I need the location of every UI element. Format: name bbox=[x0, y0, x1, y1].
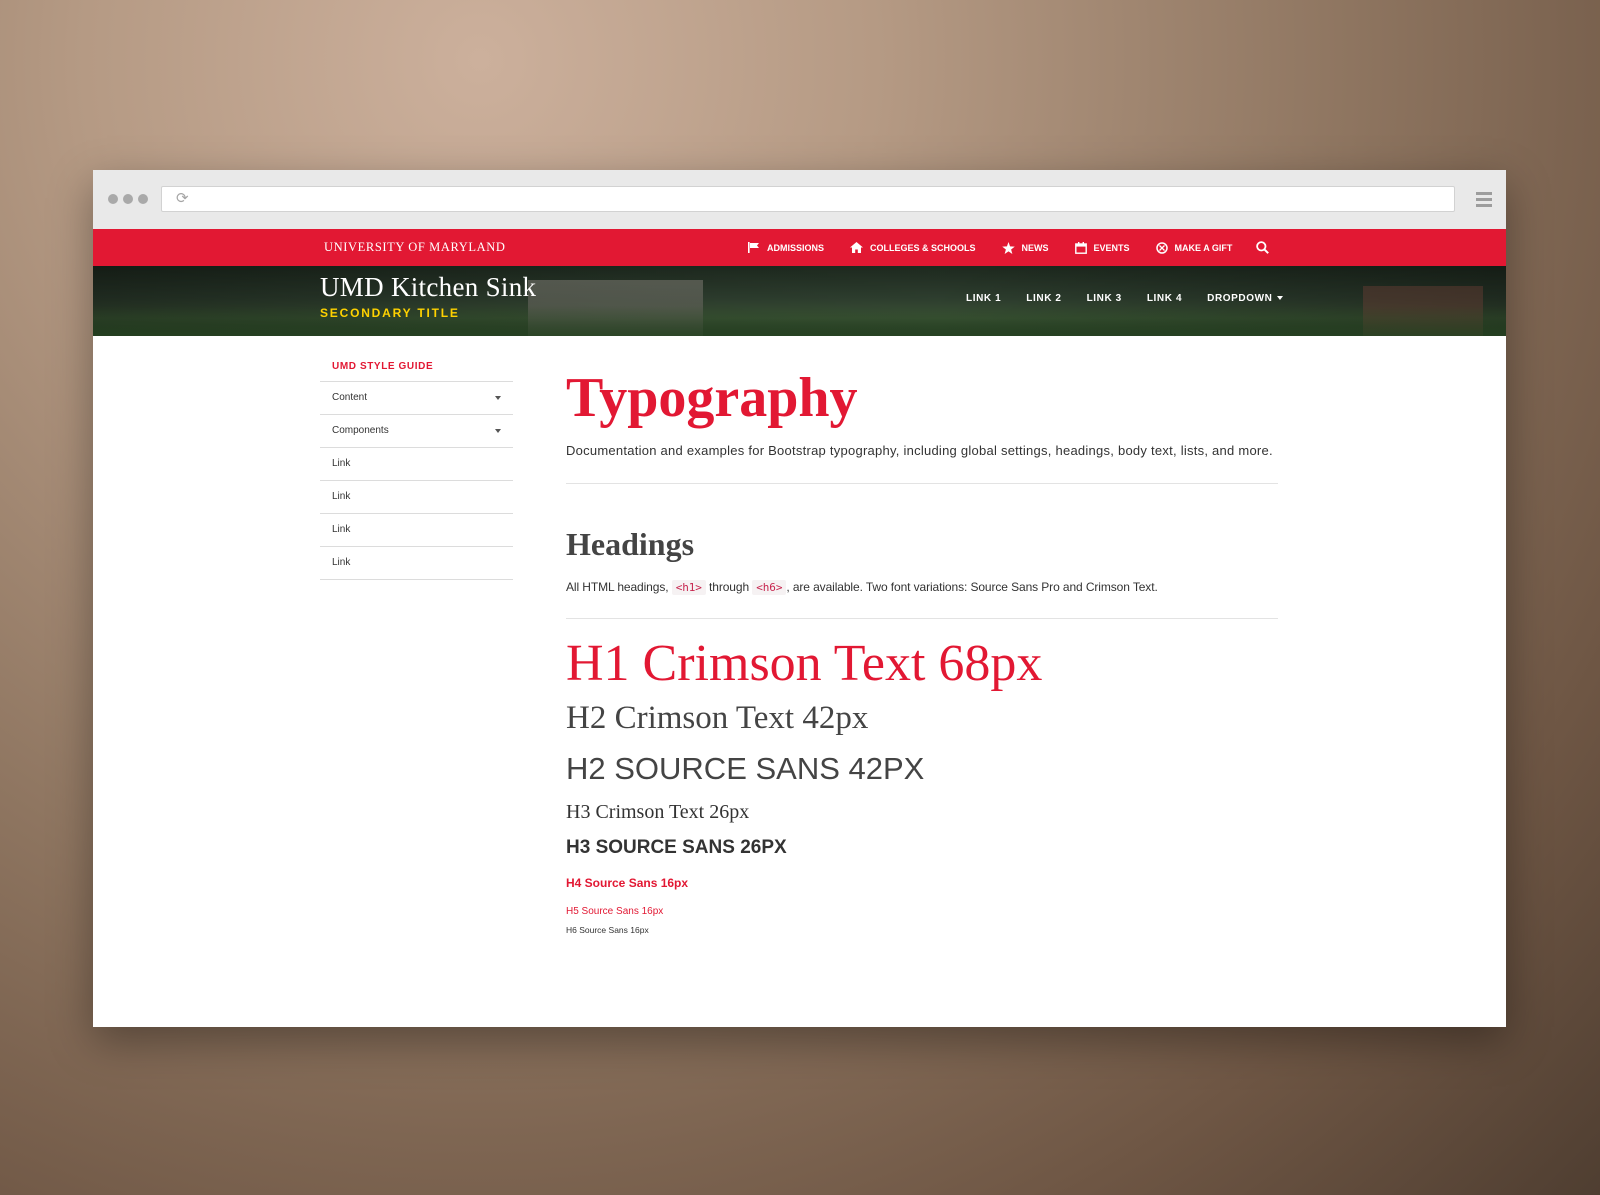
browser-chrome: ⟳ bbox=[93, 170, 1506, 229]
caret-down-icon bbox=[1277, 296, 1284, 301]
page-lead: Documentation and examples for Bootstrap… bbox=[566, 443, 1273, 458]
address-bar[interactable]: ⟳ bbox=[161, 186, 1455, 212]
utility-link-events[interactable]: EVENTS bbox=[1074, 241, 1130, 254]
caret-down-icon bbox=[495, 396, 501, 400]
utility-link-news[interactable]: NEWS bbox=[1001, 241, 1049, 254]
utility-link-label: ADMISSIONS bbox=[767, 242, 825, 253]
heading-sample-h2-sans: H2 SOURCE SANS 42PX bbox=[566, 751, 925, 786]
utility-nav: ADMISSIONS COLLEGES & SCHOOLS NEWS EVENT… bbox=[748, 229, 1270, 266]
nav-link-4[interactable]: LINK 4 bbox=[1147, 293, 1182, 304]
sidebar-item-components[interactable]: Components bbox=[320, 415, 513, 448]
calendar-icon bbox=[1074, 241, 1087, 254]
heading-sample-h1: H1 Crimson Text 68px bbox=[566, 635, 1043, 692]
code-snippet: <h6> bbox=[752, 580, 787, 595]
intro-text: through bbox=[709, 580, 750, 594]
nav-dropdown[interactable]: DROPDOWN bbox=[1207, 293, 1284, 304]
utility-bar: UNIVERSITY OF MARYLAND ADMISSIONS COLLEG… bbox=[93, 229, 1506, 266]
main-content: Typography Documentation and examples fo… bbox=[566, 366, 1278, 935]
heading-sample-h5: H5 Source Sans 16px bbox=[566, 906, 664, 917]
divider bbox=[566, 483, 1278, 484]
sidebar-item-label: Content bbox=[332, 392, 368, 403]
code-snippet: <h1> bbox=[671, 580, 706, 595]
nav-link-1[interactable]: LINK 1 bbox=[966, 293, 1001, 304]
utility-link-label: COLLEGES & SCHOOLS bbox=[870, 242, 976, 253]
header-background-image bbox=[93, 306, 1506, 336]
sidebar-item-label: Link bbox=[332, 491, 351, 502]
divider bbox=[566, 618, 1278, 619]
sidebar-item-link[interactable]: Link bbox=[320, 481, 513, 514]
window-controls bbox=[108, 194, 148, 204]
star-icon bbox=[1001, 241, 1015, 254]
utility-link-gift[interactable]: MAKE A GIFT bbox=[1155, 241, 1233, 254]
heading-sample-h3-crimson: H3 Crimson Text 26px bbox=[566, 801, 750, 823]
nav-dropdown-label: DROPDOWN bbox=[1207, 293, 1273, 304]
university-wordmark[interactable]: UNIVERSITY OF MARYLAND bbox=[324, 240, 506, 255]
section-title: Headings bbox=[566, 526, 695, 562]
sidebar-item-label: Link bbox=[332, 557, 351, 568]
main-nav: LINK 1 LINK 2 LINK 3 LINK 4 DROPDOWN bbox=[966, 293, 1308, 304]
heading-sample-h4: H4 Source Sans 16px bbox=[566, 876, 689, 890]
utility-link-admissions[interactable]: ADMISSIONS bbox=[748, 242, 824, 253]
page-content: UMD STYLE GUIDE Content Components Link … bbox=[93, 336, 1506, 1027]
site-subtitle: SECONDARY TITLE bbox=[320, 306, 460, 320]
page-title: Typography bbox=[566, 367, 858, 429]
flag-icon bbox=[748, 242, 759, 253]
menu-icon[interactable] bbox=[1476, 192, 1492, 210]
home-icon bbox=[850, 242, 864, 253]
sidebar-item-link[interactable]: Link bbox=[320, 547, 513, 580]
search-button[interactable] bbox=[1256, 241, 1270, 254]
heading-sample-h6: H6 Source Sans 16px bbox=[566, 925, 649, 935]
heading-sample-h3-sans: H3 SOURCE SANS 26PX bbox=[566, 837, 787, 858]
nav-link-3[interactable]: LINK 3 bbox=[1087, 293, 1122, 304]
section-intro: All HTML headings, <h1> through <h6>, ar… bbox=[566, 580, 1278, 595]
caret-down-icon bbox=[495, 429, 501, 433]
sidebar-heading[interactable]: UMD STYLE GUIDE bbox=[320, 352, 513, 382]
utility-link-label: NEWS bbox=[1021, 242, 1049, 253]
sidebar-item-label: Components bbox=[332, 425, 389, 436]
sidebar-nav: UMD STYLE GUIDE Content Components Link … bbox=[320, 352, 513, 580]
sidebar-item-content[interactable]: Content bbox=[320, 382, 513, 415]
sidebar-item-link[interactable]: Link bbox=[320, 514, 513, 547]
utility-link-label: EVENTS bbox=[1093, 242, 1130, 253]
window-dot[interactable] bbox=[108, 194, 118, 204]
utility-link-colleges[interactable]: COLLEGES & SCHOOLS bbox=[850, 242, 976, 253]
utility-link-label: MAKE A GIFT bbox=[1174, 242, 1233, 253]
reload-icon[interactable]: ⟳ bbox=[176, 190, 189, 208]
search-icon bbox=[1256, 241, 1270, 254]
site-title[interactable]: UMD Kitchen Sink bbox=[320, 272, 536, 303]
intro-text: , are available. Two font variations: So… bbox=[786, 580, 1158, 594]
intro-text: All HTML headings, bbox=[566, 580, 669, 594]
browser-window: ⟳ UNIVERSITY OF MARYLAND ADMISSIONS COLL… bbox=[93, 170, 1506, 1027]
window-dot[interactable] bbox=[123, 194, 133, 204]
window-dot[interactable] bbox=[138, 194, 148, 204]
sidebar-item-label: Link bbox=[332, 524, 351, 535]
sidebar-item-link[interactable]: Link bbox=[320, 448, 513, 481]
nav-link-2[interactable]: LINK 2 bbox=[1026, 293, 1061, 304]
heading-sample-h2-crimson: H2 Crimson Text 42px bbox=[566, 700, 869, 736]
site-header: UMD Kitchen Sink SECONDARY TITLE LINK 1 … bbox=[93, 266, 1506, 336]
gift-icon bbox=[1155, 241, 1168, 254]
sidebar-item-label: Link bbox=[332, 458, 351, 469]
